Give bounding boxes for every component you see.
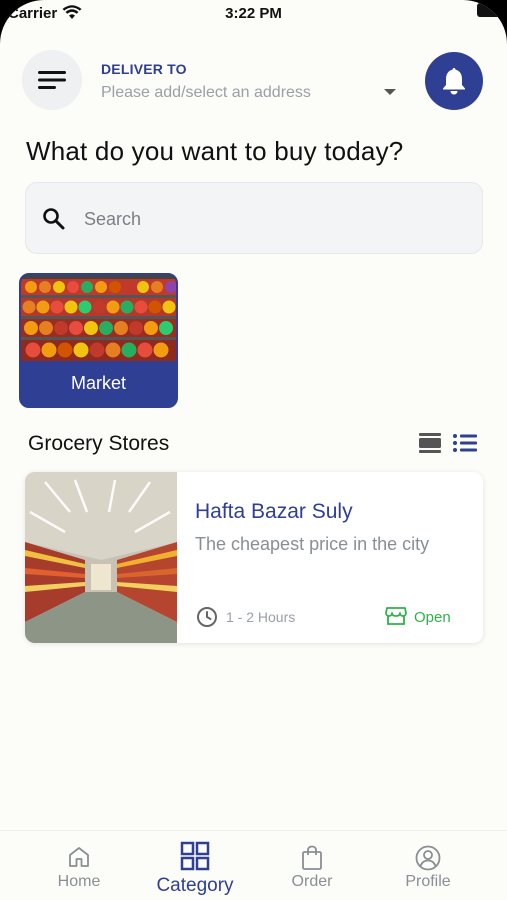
store-description: The cheapest price in the city bbox=[195, 534, 430, 554]
app-screen: Carrier 3:22 PM DELIVER TO Please add/se… bbox=[0, 0, 507, 900]
card-view-toggle-icon[interactable] bbox=[418, 432, 442, 459]
nav-home[interactable]: Home bbox=[24, 831, 134, 900]
status-time: 3:22 PM bbox=[225, 5, 282, 22]
nav-profile-label: Profile bbox=[405, 873, 451, 890]
store-card[interactable]: Hafta Bazar Suly The cheapest price in t… bbox=[25, 472, 483, 643]
bell-icon bbox=[443, 68, 465, 95]
menu-icon bbox=[38, 71, 66, 89]
search-icon bbox=[42, 207, 66, 236]
storefront-icon bbox=[385, 606, 407, 631]
store-image bbox=[25, 472, 177, 643]
list-view-toggle-icon[interactable] bbox=[452, 432, 478, 459]
status-bar: Carrier 3:22 PM bbox=[0, 0, 507, 30]
battery-icon bbox=[467, 0, 507, 22]
search-input[interactable] bbox=[84, 201, 464, 237]
nav-order-label: Order bbox=[291, 873, 333, 890]
delivery-time: 1 - 2 Hours bbox=[226, 609, 296, 625]
deliver-to-label: DELIVER TO bbox=[101, 61, 187, 77]
section-title: Grocery Stores bbox=[28, 432, 170, 455]
nav-category-label: Category bbox=[156, 875, 234, 896]
nav-category[interactable]: Category bbox=[140, 831, 250, 900]
clock-icon bbox=[196, 606, 218, 633]
bag-icon bbox=[257, 845, 367, 871]
notifications-button[interactable] bbox=[425, 52, 483, 110]
page-title: What do you want to buy today? bbox=[26, 136, 404, 166]
store-status-badge: Open bbox=[414, 609, 451, 626]
menu-button[interactable] bbox=[22, 50, 82, 110]
nav-home-label: Home bbox=[57, 873, 101, 890]
search-bar[interactable] bbox=[25, 182, 483, 254]
nav-order[interactable]: Order bbox=[257, 831, 367, 900]
bottom-navigation: Home Category Order Profile bbox=[0, 830, 507, 900]
address-selector[interactable]: Please add/select an address bbox=[101, 84, 311, 102]
chevron-down-icon[interactable] bbox=[384, 89, 396, 95]
home-icon bbox=[24, 845, 134, 869]
profile-icon bbox=[373, 845, 483, 871]
nav-profile[interactable]: Profile bbox=[373, 831, 483, 900]
category-label: Market bbox=[70, 373, 126, 393]
category-icon bbox=[140, 841, 250, 871]
market-image bbox=[21, 275, 176, 361]
category-tile-market[interactable]: Market bbox=[19, 273, 178, 408]
store-name: Hafta Bazar Suly bbox=[195, 500, 353, 523]
